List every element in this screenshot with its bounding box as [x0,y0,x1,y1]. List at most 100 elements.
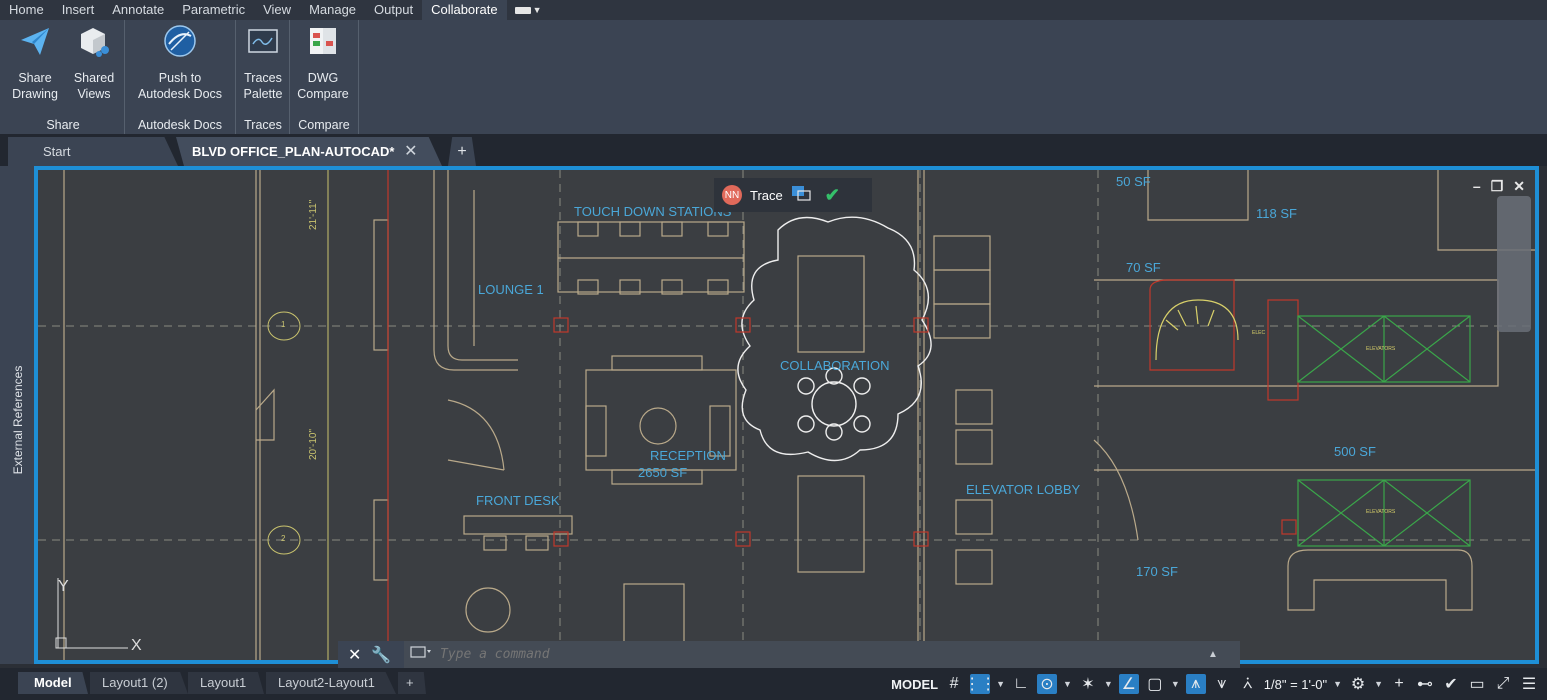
trace-mode-icon[interactable] [791,185,811,206]
wrench-icon[interactable]: 🔧 [371,645,391,665]
push-to-docs-label-2: Autodesk Docs [137,87,223,101]
command-history-icon[interactable] [410,645,432,664]
traces-palette-button[interactable]: Traces Palette [238,24,288,102]
trace-label: Trace [750,187,783,203]
share-drawing-button[interactable]: Share Drawing [4,24,66,102]
room-lounge: LOUNGE 1 [478,282,544,297]
menu-view[interactable]: View [254,0,300,20]
tab-layout1[interactable]: Layout1 [188,672,264,694]
chevron-down-icon[interactable]: ▼ [1333,679,1342,689]
restore-icon[interactable]: ❐ [1491,178,1504,195]
tab-model[interactable]: Model [18,672,88,694]
snap-icon[interactable]: ⋮⋮ [964,674,996,694]
command-line: ✕ 🔧 ▲ [338,641,1240,668]
menu-annotate[interactable]: Annotate [103,0,173,20]
room-500sf: 500 SF [1334,444,1376,459]
gear-icon[interactable]: ⚙ [1348,674,1368,694]
dwg-compare-button[interactable]: DWG Compare [292,24,354,102]
menu-home[interactable]: Home [0,0,53,20]
compare-icon [306,24,340,58]
menu-manage[interactable]: Manage [300,0,365,20]
dimension-label: 21'-11" [308,199,319,230]
avatar[interactable]: NN [722,185,742,205]
new-tab-button[interactable]: + [448,137,476,166]
traces-palette-icon [246,24,280,58]
clean-screen-icon[interactable]: ▭ [1467,674,1487,694]
object-snap-icon[interactable]: ▢ [1145,674,1165,694]
dimension-label: 20'-10" [308,428,319,460]
command-input[interactable] [438,646,1202,663]
tab-blvd-office-plan[interactable]: BLVD OFFICE_PLAN-AUTOCAD* ✕ [176,137,442,166]
traces-palette-label-2: Palette [243,87,283,101]
paper-plane-icon [18,24,52,58]
drawing-viewport[interactable]: X TOUCH DOWN STATIONS LOUNGE 1 COLLABORA… [34,166,1539,664]
room-50sf: 50 SF [1116,174,1151,189]
close-icon[interactable]: ✕ [1513,178,1525,195]
room-touch-down-stations: TOUCH DOWN STATIONS [574,204,732,219]
shared-views-label-2: Views [77,87,111,101]
chevron-down-icon: ▼ [532,5,542,15]
room-reception-area: 2650 SF [638,465,688,480]
tab-layout2-layout1[interactable]: Layout2-Layout1 [266,672,396,694]
room-70sf: 70 SF [1126,260,1161,275]
isodraft-icon[interactable]: ✶ [1078,674,1098,694]
ribbon-toggle-button[interactable]: ▼ [514,5,542,15]
traces-palette-label-1: Traces [244,71,282,85]
external-references-panel[interactable]: External References [0,166,35,664]
close-icon[interactable]: ✕ [348,645,361,665]
minimize-icon[interactable]: – [1473,178,1481,195]
object-snap-tracking-icon[interactable]: ∠ [1118,674,1139,694]
plus-icon[interactable]: + [1389,674,1409,694]
share-drawing-label-2: Drawing [12,87,58,101]
model-space-toggle[interactable]: MODEL [891,677,938,692]
menu-collaborate[interactable]: Collaborate [422,0,507,20]
shared-views-button[interactable]: Shared Views [68,24,120,102]
auto-scale-icon[interactable]: ⩛ [1212,674,1232,694]
menu-bar: Home Insert Annotate Parametric View Man… [0,0,1547,20]
tab-start[interactable]: Start [8,137,178,166]
floor-plan-drawing: X [38,170,1535,660]
room-front-desk: FRONT DESK [476,493,560,508]
grid-bubble-2: 2 [281,534,286,543]
menu-parametric[interactable]: Parametric [173,0,254,20]
ortho-icon[interactable]: ∟ [1011,674,1031,694]
annotation-visibility-icon[interactable]: ⩚ [1185,674,1206,694]
navigation-bar[interactable] [1497,196,1531,332]
close-icon[interactable]: ✕ [404,143,417,160]
chevron-up-icon[interactable]: ▲ [1208,649,1228,660]
tab-layout1-2[interactable]: Layout1 (2) [90,672,188,694]
status-bar: Model Layout1 (2) Layout1 Layout2-Layout… [0,668,1547,700]
ribbon-group-compare: Compare [298,118,350,132]
chevron-down-icon[interactable]: ▼ [1063,679,1072,689]
hardware-acceleration-icon[interactable]: ✔ [1441,674,1461,694]
room-170sf: 170 SF [1136,564,1178,579]
chevron-down-icon[interactable]: ▼ [1171,679,1180,689]
polar-tracking-icon[interactable]: ⊙ [1037,674,1057,694]
axis-y-label: Y [58,578,69,595]
chevron-down-icon[interactable]: ▼ [996,679,1005,689]
fullscreen-icon[interactable]: ⤢ [1493,674,1513,694]
room-reception: RECEPTION [650,448,726,463]
globe-icon [163,24,197,58]
document-tab-bar: Start BLVD OFFICE_PLAN-AUTOCAD* ✕ + [0,134,1547,166]
ribbon-separator [358,20,359,134]
share-drawing-label-1: Share [18,71,52,85]
external-references-label: External References [11,365,25,475]
ribbon-separator [289,20,290,134]
room-collaboration: COLLABORATION [780,358,890,373]
checkmark-icon[interactable]: ✔ [825,185,840,206]
hamburger-menu-icon[interactable]: ☰ [1519,674,1539,694]
push-to-docs-button[interactable]: Push to Autodesk Docs [128,24,232,102]
axis-x-label: X [131,637,142,654]
elevators-label: ELEVATORS [1366,346,1396,352]
add-layout-button[interactable]: + [398,672,426,694]
annotation-scale-icon[interactable]: ⩑ [1238,674,1258,694]
grid-icon[interactable]: # [944,674,964,694]
annotation-scale-value[interactable]: 1/8" = 1'-0" [1264,677,1327,692]
status-toolbar: MODEL # ⋮⋮ ▼ ∟ ⊙ ▼ ✶ ▼ ∠ ▢ ▼ ⩚ ⩛ ⩑ 1/8" … [891,668,1547,700]
chevron-down-icon[interactable]: ▼ [1104,679,1113,689]
chevron-down-icon[interactable]: ▼ [1374,679,1383,689]
menu-insert[interactable]: Insert [53,0,104,20]
menu-output[interactable]: Output [365,0,422,20]
isolate-objects-icon[interactable]: ⊷ [1415,674,1435,694]
